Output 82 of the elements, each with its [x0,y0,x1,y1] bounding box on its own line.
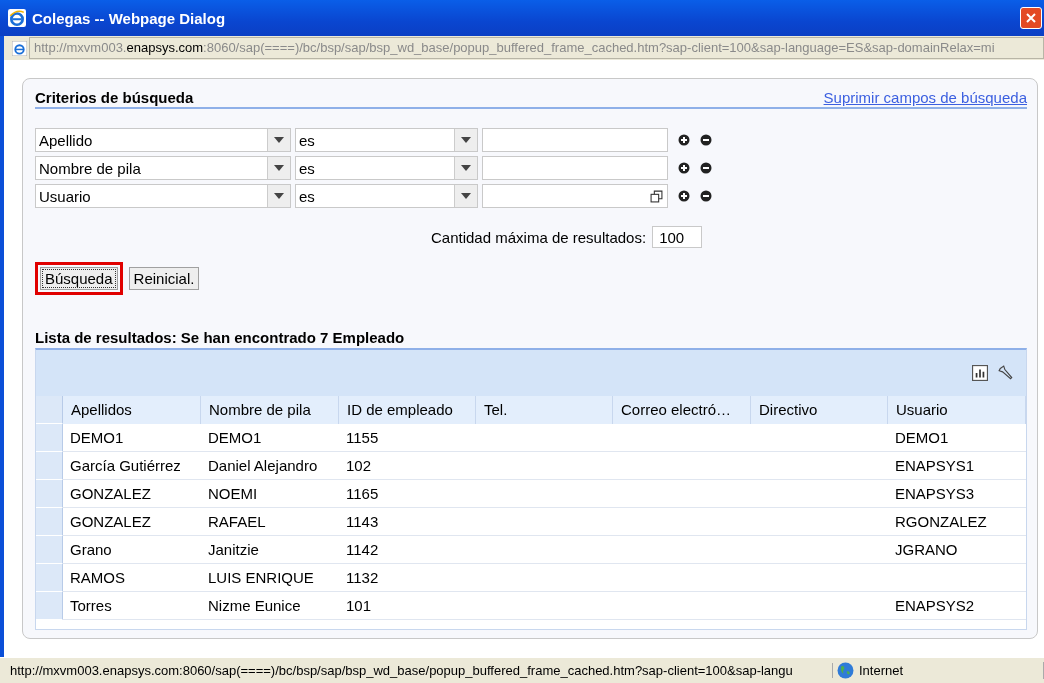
table-cell: 1143 [346,513,379,530]
row-selector[interactable] [36,424,63,452]
address-field[interactable]: http://mxvm003.enapsys.com:8060/sap(====)/bc/bsp/sap/bsp_wd_base/popup_buffered_frame_cached.htm?sap-client=100&sap-language=ES&sap-domainRelax=mi [29,37,1044,59]
window-title: Colegas -- Webpage Dialog [32,9,227,27]
browser-icon [8,9,26,27]
operator-dropdown[interactable]: es [295,156,478,180]
caret-icon [274,165,284,171]
table-cell: 1142 [346,541,379,558]
section-title: Criterios de búsqueda [35,89,194,106]
row-selector[interactable] [36,452,63,480]
table-cell: DEMO1 [208,429,262,446]
select-all-cell[interactable] [36,396,63,424]
column-header[interactable]: Nombre de pila [201,396,339,424]
operator-dropdown[interactable]: es [295,128,478,152]
zone-label: Internet [859,663,904,678]
column-header[interactable]: Correo electró… [613,396,751,424]
table-cell: 1165 [346,485,379,502]
operator-dropdown[interactable]: es [295,184,478,208]
add-icon[interactable] [678,134,690,146]
table-cell: ENAPSYS2 [895,597,975,614]
table-cell: GONZALEZ [70,485,151,502]
chart-icon[interactable] [972,365,988,381]
row-selector[interactable] [36,480,63,508]
row-selector[interactable] [36,508,63,536]
table-cell: LUIS ENRIQUE [208,569,314,586]
caret-icon [274,137,284,143]
table-cell: 101 [346,597,372,614]
value-field[interactable] [482,128,668,152]
remove-icon[interactable] [700,162,712,174]
field-dropdown[interactable]: Nombre de pila [35,156,291,180]
table-cell: RAMOS [70,569,125,586]
page-icon [12,40,27,56]
add-icon[interactable] [678,190,690,202]
close-button[interactable] [1020,7,1042,29]
row-selector[interactable] [36,564,63,592]
add-icon[interactable] [678,162,690,174]
table-cell: DEMO1 [70,429,124,446]
max-results-label: Cantidad máxima de resultados: [431,228,647,246]
row-selector[interactable] [36,592,63,620]
table-cell: García Gutiérrez [70,457,181,474]
value-field[interactable] [482,156,668,180]
wrench-icon[interactable] [998,365,1014,381]
column-header[interactable]: ID de empleado [339,396,476,424]
caret-icon [274,193,284,199]
column-header[interactable]: Directivo [751,396,888,424]
column-header[interactable]: Usuario [888,396,1026,424]
close-icon [1025,12,1037,24]
table-cell: JGRANO [895,541,958,558]
table-cell: 1155 [346,429,379,446]
table-cell: RGONZALEZ [895,513,987,530]
remove-icon[interactable] [700,190,712,202]
reset-button[interactable]: Reinicial. [128,267,200,290]
globe-icon [837,662,854,679]
hide-search-fields-link[interactable]: Suprimir campos de búsqueda [823,89,1027,106]
field-dropdown[interactable]: Usuario [35,184,291,208]
table-cell: ENAPSYS3 [895,485,975,502]
search-button[interactable]: Búsqueda [40,267,118,290]
status-url: http://mxvm003.enapsys.com:8060/sap(====)/bc/bsp/sap/bsp_wd_base/popup_buffered_frame_cached.htm?sap-client=100&sap-langu [0,663,833,678]
row-selector[interactable] [36,536,63,564]
table-cell: Nizme Eunice [208,597,301,614]
table-cell: RAFAEL [208,513,266,530]
table-cell: Torres [70,597,112,614]
remove-icon[interactable] [700,134,712,146]
value-field[interactable] [482,184,668,208]
table-cell: 102 [346,457,372,474]
table-cell: NOEMI [208,485,258,502]
table-cell: 1132 [346,569,379,586]
caret-icon [461,137,471,143]
table-cell: Janitzie [208,541,259,558]
results-title: Lista de resultados: Se han encontrado 7 Empleado [35,329,406,346]
max-results-field[interactable]: 100 [652,226,703,248]
table-cell: GONZALEZ [70,513,151,530]
table-cell: Grano [70,541,112,558]
column-header[interactable]: Tel. [476,396,613,424]
value-help-icon[interactable] [650,189,663,203]
column-header[interactable]: Apellidos [63,396,201,424]
table-cell: ENAPSYS1 [895,457,975,474]
caret-icon [461,165,471,171]
caret-icon [461,193,471,199]
table-cell: Daniel Alejandro [208,457,318,474]
field-dropdown[interactable]: Apellido [35,128,291,152]
table-cell: DEMO1 [895,429,949,446]
